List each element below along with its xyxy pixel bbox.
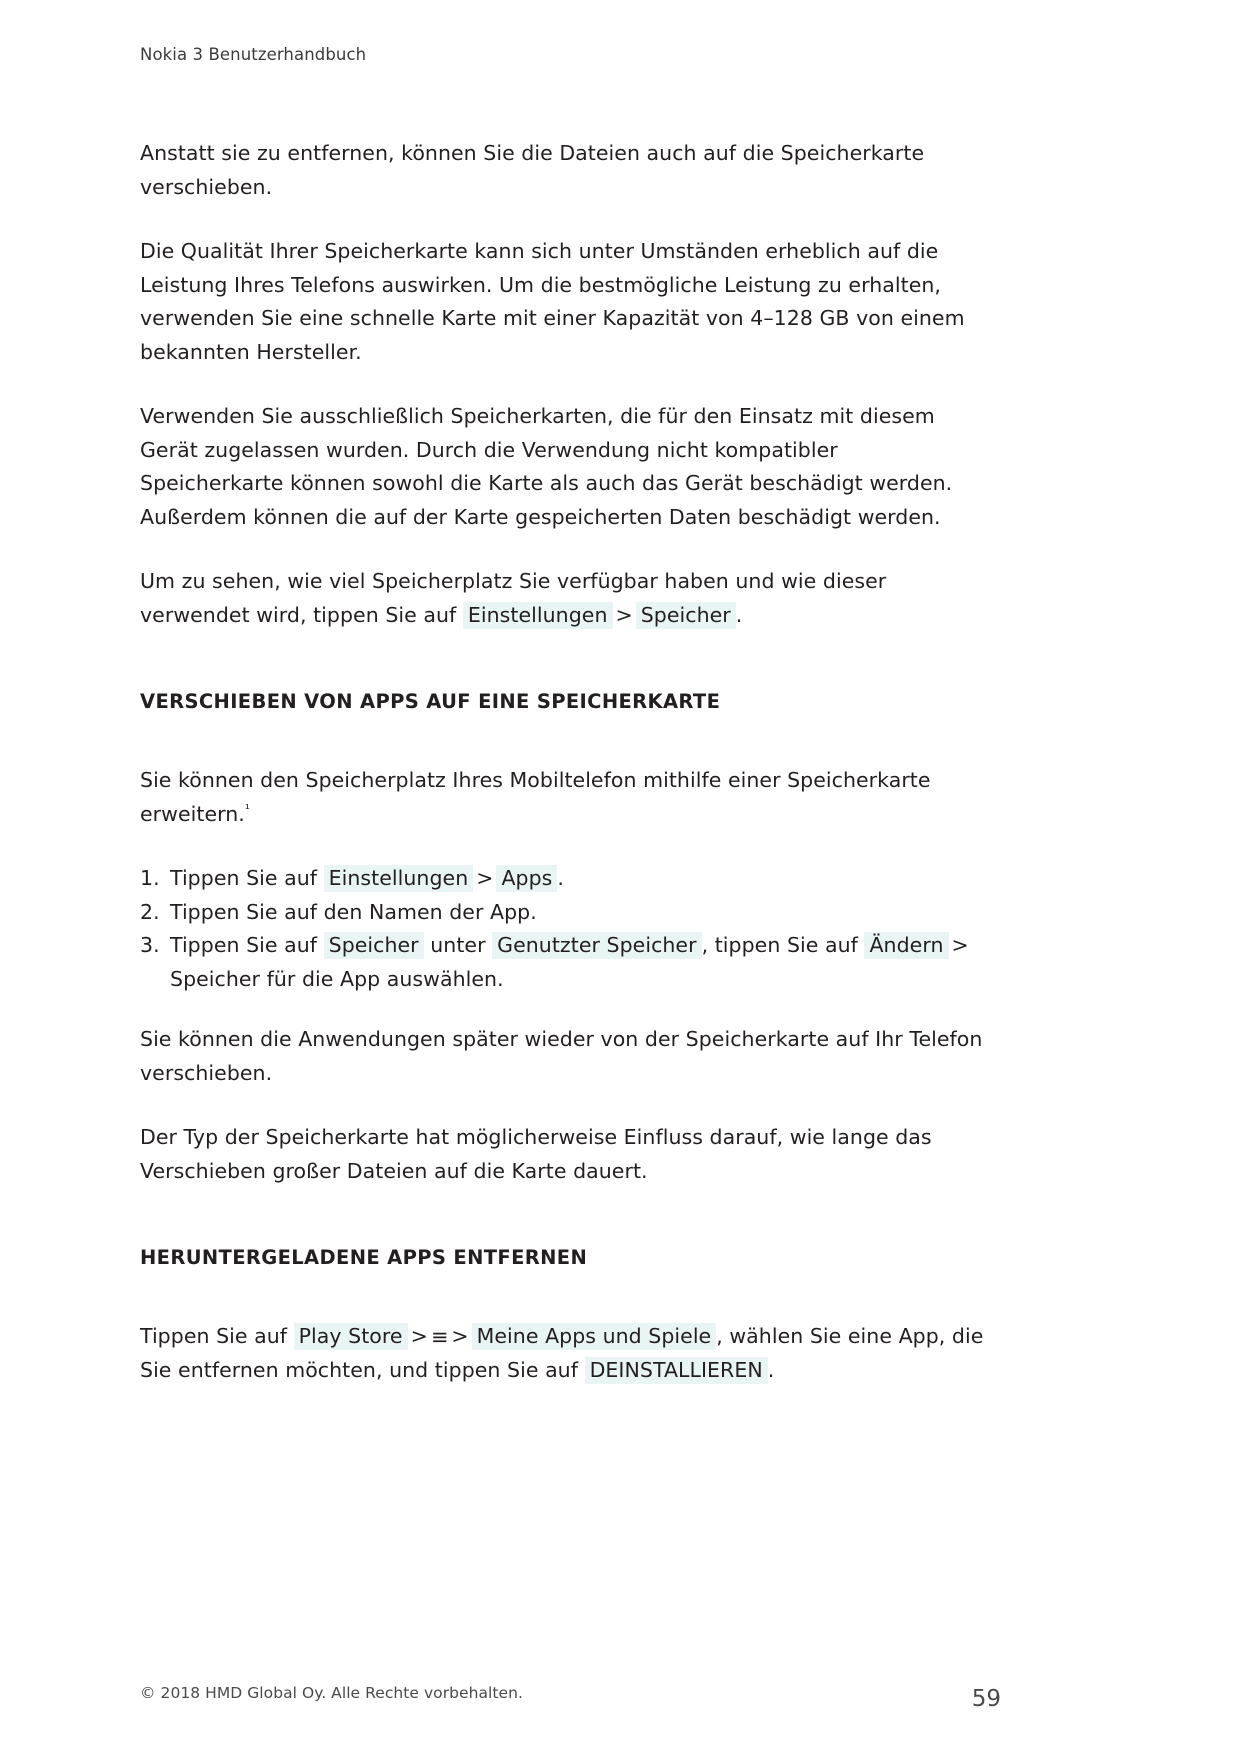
sentence-period: . — [767, 1357, 775, 1382]
document-page: Nokia 3 Benutzerhandbuch Anstatt sie zu … — [0, 0, 1241, 1754]
sentence-period: . — [735, 602, 743, 627]
list-item-text: Tippen Sie auf — [170, 866, 318, 890]
heading-move-apps-to-card: VERSCHIEBEN VON APPS AUF EINE SPEICHERKA… — [140, 690, 721, 713]
page-content: Anstatt sie zu entfernen, können Sie die… — [140, 137, 1101, 1387]
footer-copyright: © 2018 HMD Global Oy. Alle Rechte vorbeh… — [140, 1684, 523, 1702]
paragraph-expand-storage-text: Sie können den Speicherplatz Ihres Mobil… — [140, 768, 931, 826]
list-item-text-mid2: , tippen Sie auf — [701, 933, 858, 957]
chip-separator: > — [410, 1324, 428, 1348]
paragraph-move-back: Sie können die Anwendungen später wieder… — [140, 1027, 983, 1085]
chip-speicher[interactable]: Speicher — [635, 601, 736, 629]
paragraph-card-type-speed: Der Typ der Speicherkarte hat möglicherw… — [140, 1125, 932, 1183]
chip-aendern[interactable]: Ändern — [864, 932, 949, 959]
chip-apps[interactable]: Apps — [496, 865, 558, 892]
footer-page-number: 59 — [971, 1686, 1001, 1712]
paragraph-uninstall-lead: Tippen Sie auf — [140, 1324, 288, 1348]
chip-separator: > — [476, 866, 494, 890]
list-item: 3. Tippen Sie auf Speicher unter Genutzte… — [140, 929, 1000, 996]
list-item: 1. Tippen Sie auf Einstellungen > Apps. — [140, 862, 1000, 896]
running-header: Nokia 3 Benutzerhandbuch — [140, 45, 367, 64]
list-item-number: 3. — [140, 933, 160, 957]
paragraph-move-files: Anstatt sie zu entfernen, können Sie die… — [140, 141, 925, 199]
chip-einstellungen[interactable]: Einstellungen — [462, 601, 613, 629]
list-item-text-mid: unter — [430, 933, 486, 957]
steps-list-move-apps: 1. Tippen Sie auf Einstellungen > Apps. 2. T… — [140, 862, 1000, 996]
heading-remove-downloaded-apps: HERUNTERGELADENE APPS ENTFERNEN — [140, 1246, 588, 1269]
footnote-marker: ¹ — [244, 800, 250, 816]
list-item-number: 1. — [140, 866, 160, 890]
list-item-text: Tippen Sie auf den Namen der App. — [170, 899, 537, 924]
chip-meine-apps-und-spiele[interactable]: Meine Apps und Spiele — [471, 1323, 717, 1350]
page-footer: © 2018 HMD Global Oy. Alle Rechte vorbeh… — [140, 1634, 1101, 1754]
paragraph-uninstall-instructions: Tippen Sie auf Play Store > ≡ > Meine Apps u… — [140, 1320, 985, 1387]
list-item-text: Tippen Sie auf — [170, 933, 318, 957]
paragraph-card-compatibility: Verwenden Sie ausschließlich Speicherkar… — [140, 404, 953, 529]
list-item-number: 2. — [140, 899, 160, 924]
chip-separator: > — [615, 602, 633, 627]
chip-play-store[interactable]: Play Store — [293, 1323, 408, 1350]
list-item-continuation: Speicher für die App auswählen. — [170, 966, 504, 991]
hamburger-menu-icon[interactable]: ≡ — [431, 1327, 449, 1348]
list-item: 2. Tippen Sie auf den Namen der App. — [140, 896, 1000, 930]
paragraph-expand-storage: Sie können den Speicherplatz Ihres Mobil… — [140, 764, 985, 831]
chip-deinstallieren[interactable]: DEINSTALLIEREN — [584, 1356, 768, 1384]
chip-genutzter-speicher[interactable]: Genutzter Speicher — [492, 932, 702, 959]
paragraph-card-quality: Die Qualität Ihrer Speicherkarte kann si… — [140, 239, 965, 364]
chip-separator: > — [951, 933, 969, 957]
chip-einstellungen[interactable]: Einstellungen — [323, 865, 474, 892]
sentence-period: . — [557, 866, 564, 890]
chip-speicher[interactable]: Speicher — [323, 932, 424, 959]
chip-separator: > — [451, 1324, 469, 1348]
paragraph-storage-usage: Um zu sehen, wie viel Speicherplatz Sie … — [140, 565, 985, 632]
